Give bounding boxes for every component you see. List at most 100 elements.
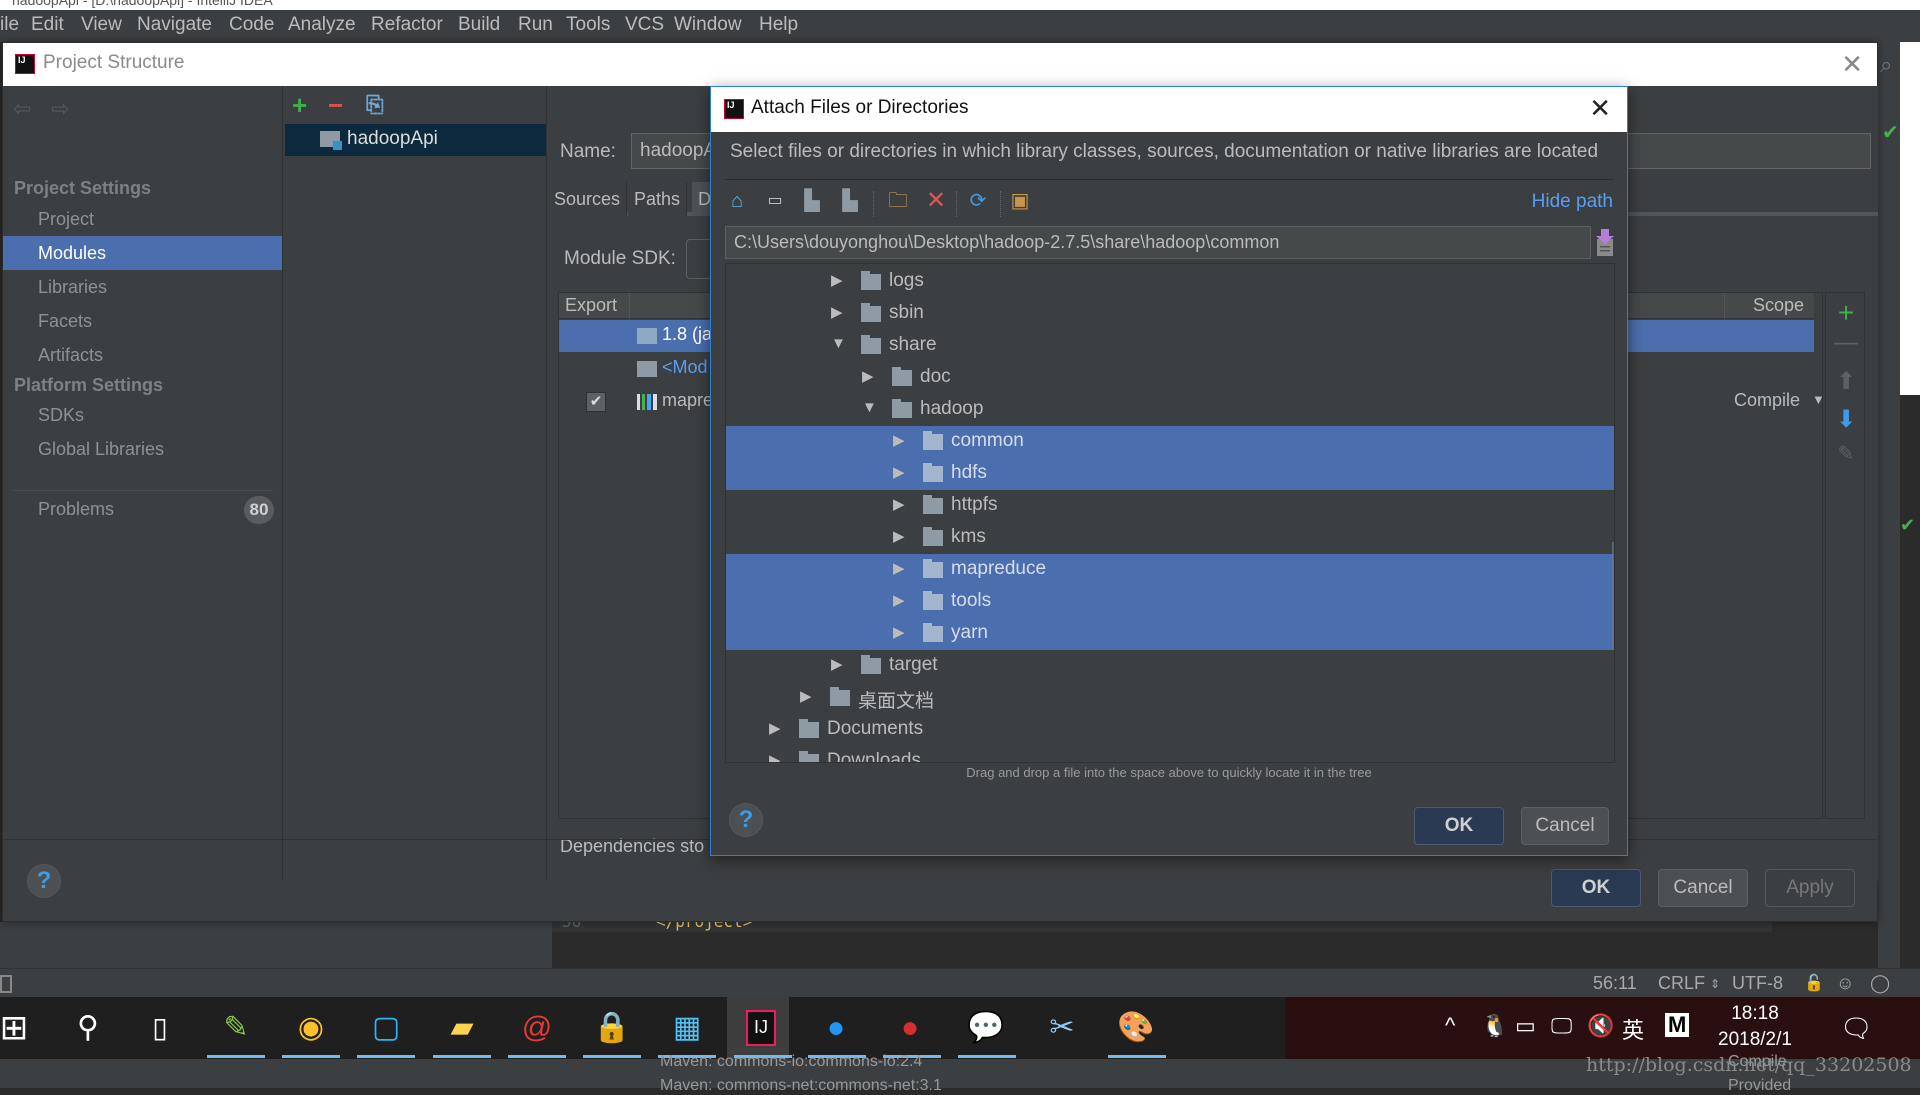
app-red-icon[interactable]: ● (888, 1006, 932, 1050)
sidebar-item-libraries[interactable]: Libraries (3, 270, 282, 304)
sidebar-item-global-libraries[interactable]: Global Libraries (3, 432, 282, 466)
tree-item[interactable]: ▶ 桌面文档 (726, 682, 1614, 714)
sidebar-item-facets[interactable]: Facets (3, 304, 282, 338)
help-button[interactable]: ? (27, 864, 61, 898)
module-item-hadoopapi[interactable]: hadoopApi (285, 124, 546, 156)
line-separator[interactable]: CRLF (1658, 973, 1705, 994)
show-hidden-icon[interactable]: ▣ (1008, 189, 1032, 213)
ok-button[interactable]: OK (1551, 869, 1641, 907)
chevron-right-icon[interactable]: ▶ (893, 495, 905, 513)
tree-item[interactable]: ▶ yarn (726, 618, 1614, 650)
tree-item[interactable]: ▶ Documents (726, 714, 1614, 746)
ime-mode-indicator[interactable]: M (1665, 1013, 1690, 1037)
chevron-right-icon[interactable]: ▶ (769, 751, 781, 762)
tree-item[interactable]: ▶ sbin (726, 298, 1614, 330)
search-icon[interactable]: ⚲ (66, 1006, 110, 1050)
tree-item[interactable]: ▼ share (726, 330, 1614, 362)
tab-paths[interactable]: Paths (628, 182, 688, 216)
chevron-right-icon[interactable]: ▶ (831, 271, 843, 289)
hector-icon[interactable]: ☺ (1836, 973, 1854, 994)
chevron-right-icon[interactable]: ▶ (831, 655, 843, 673)
action-center-icon[interactable]: 🗨 (1840, 1013, 1873, 1044)
column-scope[interactable]: Scope (1753, 295, 1804, 316)
tree-item[interactable]: ▶ doc (726, 362, 1614, 394)
chevron-right-icon[interactable]: ▶ (831, 303, 843, 321)
editor-area[interactable]: 56 </project> (552, 912, 1878, 968)
volume-muted-icon[interactable]: 🔇 (1587, 1013, 1614, 1039)
menu-analyze[interactable]: Analyze (288, 14, 356, 36)
tree-item[interactable]: ▶ logs (726, 266, 1614, 298)
sidebar-item-artifacts[interactable]: Artifacts (3, 338, 282, 372)
close-icon[interactable]: ✕ (1589, 93, 1611, 124)
apply-button[interactable]: Apply (1765, 869, 1855, 907)
tree-item[interactable]: ▶ httpfs (726, 490, 1614, 522)
delete-icon[interactable]: ✕ (924, 189, 948, 213)
tree-item[interactable]: ▶ mapreduce (726, 554, 1614, 586)
search-icon[interactable]: ⌕ (1880, 52, 1892, 78)
export-checkbox[interactable]: ✔ (586, 392, 606, 412)
scope-dropdown[interactable]: Compile (1734, 390, 1800, 411)
copy-icon[interactable]: ⎘ (366, 92, 384, 118)
chevron-down-icon[interactable]: ▼ (831, 335, 846, 352)
menu-vcs[interactable]: VCS (625, 14, 664, 36)
menu-run[interactable]: Run (518, 14, 553, 36)
menu-tools[interactable]: Tools (566, 14, 610, 36)
snail-app-icon[interactable]: @ (515, 1006, 559, 1050)
ime-indicator[interactable]: 英 (1622, 1013, 1644, 1045)
menu-navigate[interactable]: Navigate (137, 14, 212, 36)
cancel-button[interactable]: Cancel (1658, 869, 1748, 907)
dingtalk-icon[interactable]: ● (814, 1006, 858, 1050)
chevron-down-icon[interactable]: ▼ (1812, 392, 1825, 407)
network-icon[interactable]: 🖵 (1551, 1013, 1572, 1039)
project-folder-icon[interactable]: ▙ (800, 189, 824, 213)
close-icon[interactable]: ✕ (1841, 49, 1863, 80)
battery-icon[interactable]: ▭ (1515, 1013, 1536, 1039)
notepad-icon[interactable]: ✎ (214, 1006, 258, 1050)
encoding[interactable]: UTF-8 (1732, 973, 1783, 994)
sidebar-item-modules[interactable]: Modules (3, 236, 282, 270)
control-panel-icon[interactable]: ▦ (665, 1006, 709, 1050)
tree-item[interactable]: ▶ common (726, 426, 1614, 458)
chevron-right-icon[interactable]: ▶ (769, 719, 781, 737)
refresh-icon[interactable]: ⟳ (966, 189, 990, 213)
windows-start-icon[interactable]: ⊞ (0, 1006, 36, 1050)
wechat-icon[interactable]: 💬 (964, 1006, 1008, 1050)
menu-view[interactable]: View (81, 14, 122, 36)
new-folder-icon[interactable]: 🗀 (886, 189, 910, 213)
menu-window[interactable]: Window (674, 14, 742, 36)
tree-item[interactable]: ▶ Downloads (726, 746, 1614, 762)
menu-build[interactable]: Build (458, 14, 500, 36)
chevron-right-icon[interactable]: ▶ (893, 431, 905, 449)
clock[interactable]: 18:18 2018/2/1 (1695, 1001, 1815, 1053)
tree-scrollbar[interactable] (1612, 542, 1614, 650)
event-log-icon[interactable]: ◯ (1870, 973, 1890, 994)
file-explorer-icon[interactable]: ▰ (440, 1006, 484, 1050)
menu-refactor[interactable]: Refactor (371, 14, 443, 36)
app-blue-icon[interactable]: ▢ (364, 1006, 408, 1050)
sidebar-item-sdks[interactable]: SDKs (3, 398, 282, 432)
desktop-icon[interactable]: ▭ (763, 189, 787, 213)
column-export[interactable]: Export (565, 295, 617, 316)
task-view-icon[interactable]: ▯ (138, 1006, 182, 1050)
chrome-icon[interactable]: ◉ (289, 1006, 333, 1050)
move-down-icon[interactable]: ⬇ (1826, 405, 1866, 434)
add-icon[interactable]: + (292, 90, 307, 121)
menu-file[interactable]: ile (0, 14, 19, 36)
qq-icon[interactable]: 🐧 (1481, 1013, 1508, 1039)
remove-dependency-icon[interactable]: — (1826, 329, 1866, 357)
sidebar-item-project[interactable]: Project (3, 202, 282, 236)
ok-button[interactable]: OK (1414, 807, 1504, 845)
menu-edit[interactable]: Edit (31, 14, 64, 36)
sidebar-item-problems[interactable]: Problems 80 (3, 492, 282, 526)
tree-item[interactable]: ▶ hdfs (726, 458, 1614, 490)
hide-path-link[interactable]: Hide path (1532, 191, 1613, 213)
chevron-right-icon[interactable]: ▶ (893, 463, 905, 481)
tree-item[interactable]: ▶ target (726, 650, 1614, 682)
menu-help[interactable]: Help (759, 14, 798, 36)
tree-item[interactable]: ▼ hadoop (726, 394, 1614, 426)
module-folder-icon[interactable]: ▙ (838, 189, 862, 213)
help-button[interactable]: ? (729, 803, 763, 837)
lock-icon[interactable]: 🔓 (1804, 973, 1824, 993)
add-dependency-icon[interactable]: + (1826, 297, 1866, 329)
chevron-right-icon[interactable]: ▶ (893, 623, 905, 641)
